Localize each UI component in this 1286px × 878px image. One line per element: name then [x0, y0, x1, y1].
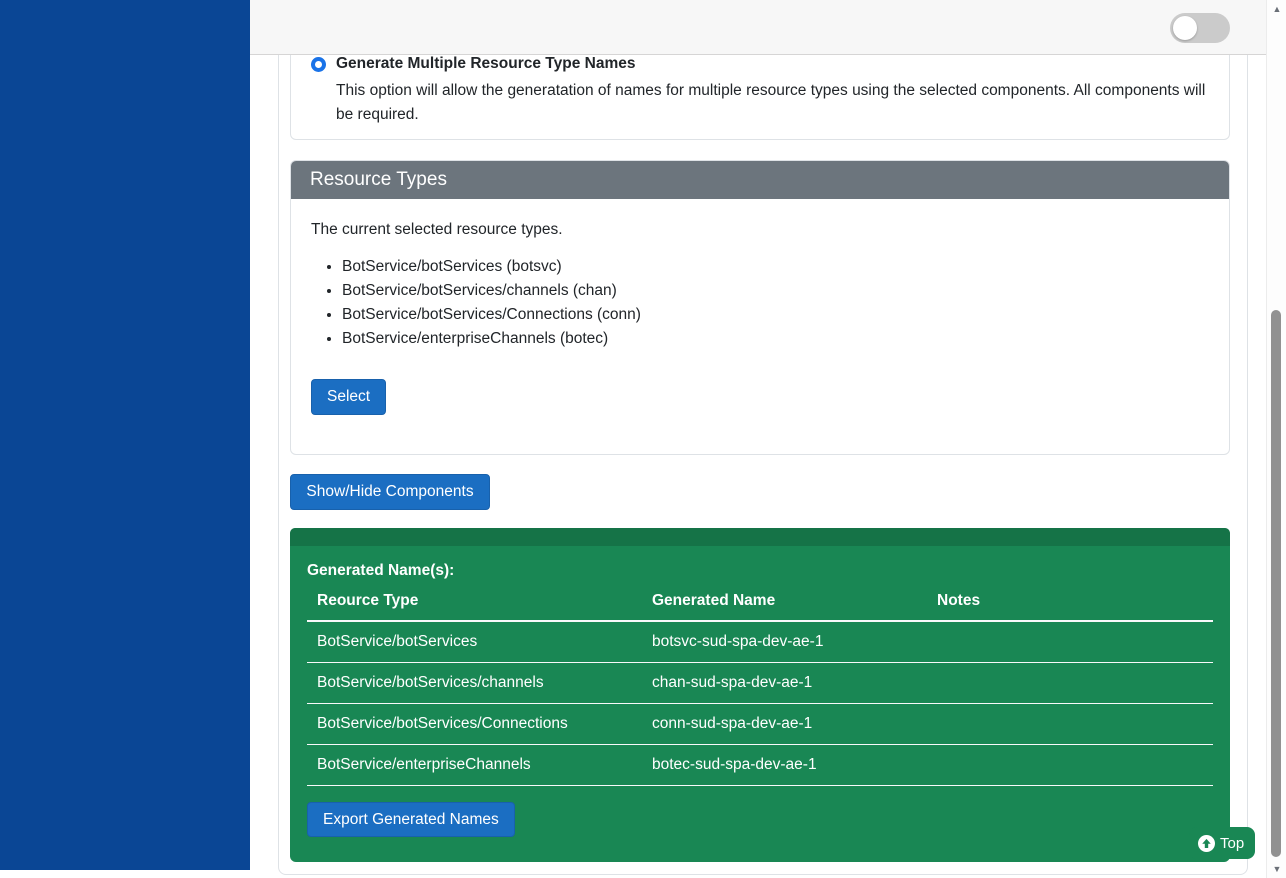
cell-resource-type: BotService/botServices/channels	[307, 663, 642, 704]
top-bar	[250, 0, 1266, 55]
back-to-top-button[interactable]: Top	[1189, 827, 1255, 859]
table-row: BotService/botServices/channels chan-sud…	[307, 663, 1213, 704]
resource-types-header: Resource Types	[291, 161, 1229, 199]
cell-notes	[927, 621, 1213, 663]
vertical-scrollbar[interactable]: ▲ ▼	[1266, 0, 1286, 878]
theme-toggle-switch[interactable]	[1170, 13, 1230, 43]
resource-type-item: BotService/botServices/Connections (conn…	[342, 303, 1209, 327]
cell-notes	[927, 745, 1213, 786]
sidebar	[0, 0, 250, 870]
column-header-resource-type: Reource Type	[307, 586, 642, 621]
resource-type-item: BotService/botServices (botsvc)	[342, 255, 1209, 279]
cell-notes	[927, 704, 1213, 745]
option-description: This option will allow the generatation …	[336, 79, 1211, 127]
cell-generated-name: chan-sud-spa-dev-ae-1	[642, 663, 927, 704]
generated-names-title: Generated Name(s):	[307, 562, 1213, 580]
scrollbar-thumb[interactable]	[1271, 310, 1281, 857]
cell-resource-type: BotService/enterpriseChannels	[307, 745, 642, 786]
column-header-notes: Notes	[927, 586, 1213, 621]
cell-resource-type: BotService/botServices/Connections	[307, 704, 642, 745]
select-button[interactable]: Select	[311, 379, 386, 415]
cell-generated-name: botec-sud-spa-dev-ae-1	[642, 745, 927, 786]
export-generated-names-button[interactable]: Export Generated Names	[307, 802, 515, 837]
scroll-up-arrow-icon[interactable]: ▲	[1267, 3, 1286, 15]
column-header-generated-name: Generated Name	[642, 586, 927, 621]
resource-types-list: BotService/botServices (botsvc) BotServi…	[311, 255, 1209, 351]
cell-generated-name: conn-sud-spa-dev-ae-1	[642, 704, 927, 745]
radio-generate-multiple[interactable]	[311, 57, 326, 72]
cell-generated-name: botsvc-sud-spa-dev-ae-1	[642, 621, 927, 663]
table-row: BotService/botServices/Connections conn-…	[307, 704, 1213, 745]
arrow-up-circle-icon	[1198, 835, 1215, 852]
scroll-down-arrow-icon[interactable]: ▼	[1267, 863, 1286, 875]
generated-names-table: Reource Type Generated Name Notes BotSer…	[307, 586, 1213, 786]
generated-names-panel: Generated Name(s): Reource Type Generate…	[290, 528, 1230, 862]
resource-type-item: BotService/enterpriseChannels (botec)	[342, 327, 1209, 351]
table-row: BotService/enterpriseChannels botec-sud-…	[307, 745, 1213, 786]
show-hide-components-button[interactable]: Show/Hide Components	[290, 474, 490, 510]
resource-type-item: BotService/botServices/channels (chan)	[342, 279, 1209, 303]
table-header-row: Reource Type Generated Name Notes	[307, 586, 1213, 621]
cell-resource-type: BotService/botServices	[307, 621, 642, 663]
toggle-knob	[1173, 16, 1197, 40]
option-card: Generate Multiple Resource Type Names Th…	[290, 40, 1230, 140]
generated-names-panel-header	[290, 528, 1230, 546]
cell-notes	[927, 663, 1213, 704]
resource-types-card: Resource Types The current selected reso…	[290, 160, 1230, 455]
table-row: BotService/botServices botsvc-sud-spa-de…	[307, 621, 1213, 663]
option-label: Generate Multiple Resource Type Names	[336, 55, 1211, 73]
resource-types-description: The current selected resource types.	[311, 221, 1209, 239]
top-button-label: Top	[1220, 835, 1244, 852]
